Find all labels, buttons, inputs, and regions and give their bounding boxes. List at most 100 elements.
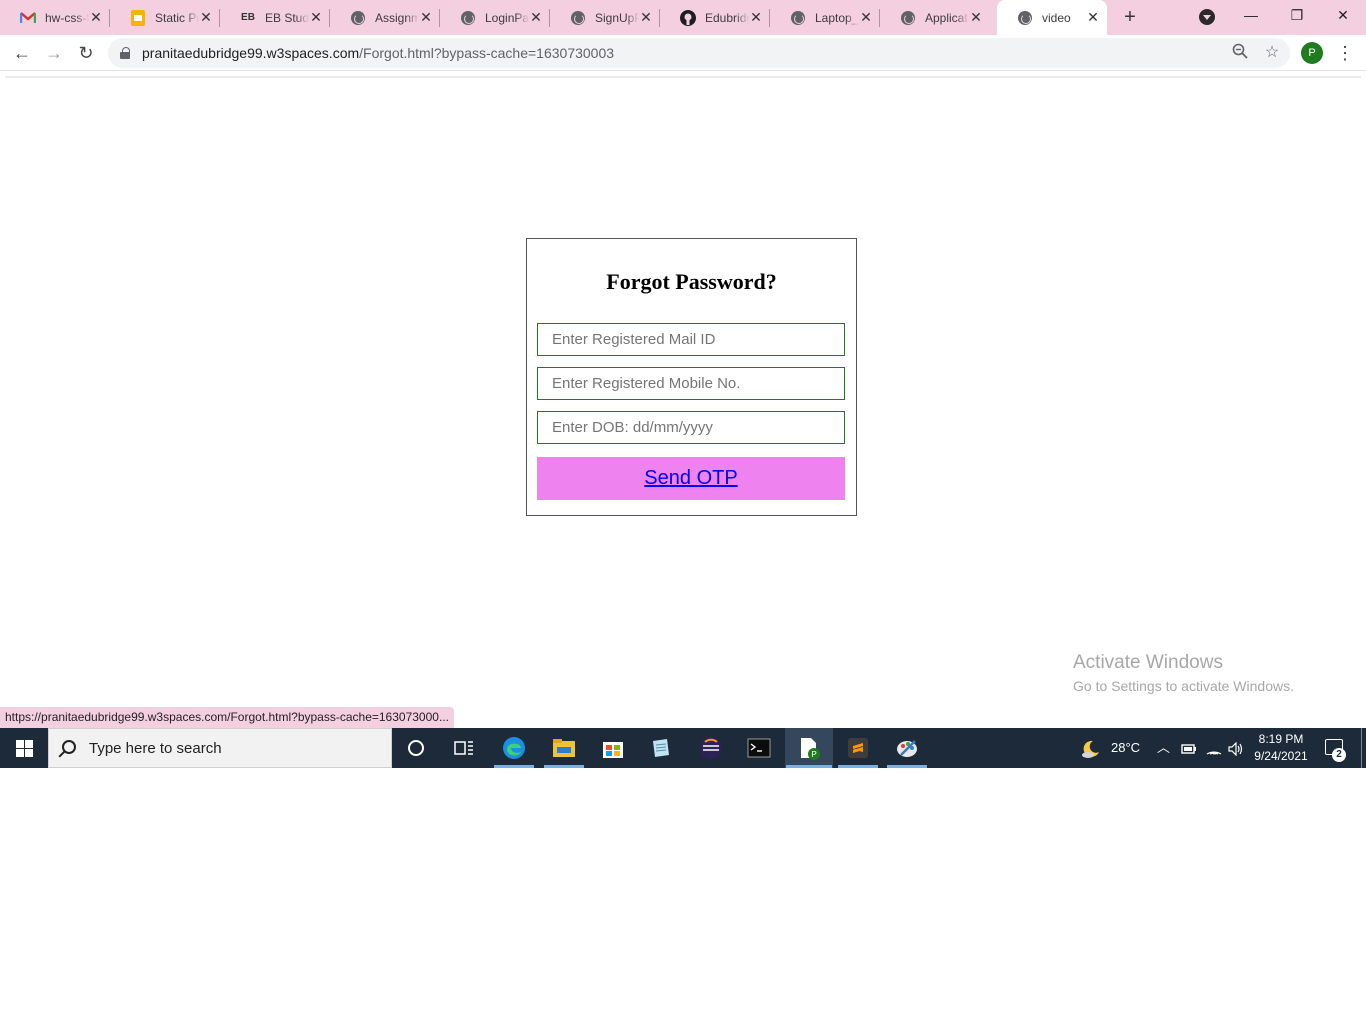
wifi-icon[interactable] (1206, 728, 1222, 768)
url-path: /Forgot.html?bypass-cache=1630730003 (359, 45, 615, 61)
globe-icon (900, 10, 916, 26)
email-field[interactable] (537, 323, 845, 356)
tab-label: Static Pr (155, 10, 199, 25)
close-icon[interactable]: ✕ (1085, 9, 1101, 25)
tab-8[interactable]: Applicati ✕ (880, 0, 990, 35)
close-icon[interactable]: ✕ (638, 9, 654, 25)
tab-label: hw-css-f (45, 10, 89, 25)
url-host: pranitaedubridge99.w3spaces.com (142, 45, 360, 61)
task-view-icon[interactable] (450, 734, 478, 762)
search-placeholder: Type here to search (89, 740, 222, 757)
tab-9-active[interactable]: video ✕ (997, 0, 1107, 35)
battery-icon[interactable] (1181, 728, 1197, 768)
browser-toolbar: ← → ↻ pranitaedubridge99.w3spaces.com/Fo… (0, 35, 1366, 71)
volume-icon[interactable] (1228, 728, 1244, 768)
sublime-text-icon[interactable] (844, 734, 872, 762)
taskbar-clock[interactable]: 8:19 PM 9/24/2021 (1248, 731, 1314, 765)
svg-text:P: P (811, 750, 816, 759)
github-icon (680, 9, 696, 26)
close-icon[interactable]: ✕ (418, 9, 434, 25)
running-indicator (544, 765, 584, 768)
tab-0[interactable]: hw-css-f ✕ (0, 0, 110, 35)
clock-time: 8:19 PM (1258, 732, 1304, 746)
lock-icon[interactable] (120, 47, 130, 59)
address-bar[interactable]: pranitaedubridge99.w3spaces.com/Forgot.h… (108, 38, 1290, 68)
tab-strip: hw-css-f ✕ Static Pr ✕ EB EB Stude ✕ Ass… (0, 0, 1366, 35)
dob-field[interactable] (537, 411, 845, 444)
tab-6[interactable]: Edubridg ✕ (660, 0, 770, 35)
close-icon[interactable]: ✕ (88, 9, 104, 25)
eb-icon: EB (241, 12, 255, 23)
close-icon[interactable]: ✕ (858, 9, 874, 25)
page-content: Forgot Password? Send OTP Activate Windo… (0, 72, 1366, 728)
send-otp-link[interactable]: Send OTP (644, 467, 737, 490)
window-close-button[interactable]: ✕ (1328, 4, 1358, 26)
profile-avatar[interactable]: P (1301, 42, 1323, 64)
show-desktop-button[interactable] (1361, 728, 1362, 768)
chrome-profile-icon[interactable]: P (795, 734, 823, 762)
slides-icon (130, 9, 146, 26)
globe-icon (790, 10, 806, 26)
notepad-icon[interactable] (647, 734, 675, 762)
globe-icon (350, 10, 366, 26)
menu-icon[interactable]: ⋮ (1336, 41, 1354, 65)
tab-label: SignUpP (595, 10, 639, 25)
globe-icon (460, 10, 476, 26)
globe-icon (570, 10, 586, 26)
tab-search-icon[interactable] (1199, 9, 1215, 25)
close-icon[interactable]: ✕ (528, 9, 544, 25)
weather-temperature[interactable]: 28°C (1111, 728, 1140, 768)
windows-start-icon[interactable] (16, 740, 33, 757)
eclipse-icon[interactable] (697, 734, 725, 762)
edge-browser-icon[interactable] (500, 734, 528, 762)
back-button[interactable]: ← (10, 41, 34, 65)
minimize-button[interactable]: — (1236, 4, 1266, 26)
zoom-icon[interactable] (1230, 43, 1250, 63)
running-indicator (887, 765, 927, 768)
paint-icon[interactable] (893, 734, 921, 762)
bookmark-star-icon[interactable]: ☆ (1262, 43, 1282, 63)
close-icon[interactable]: ✕ (968, 9, 984, 25)
cortana-icon[interactable] (402, 734, 430, 762)
search-icon (62, 740, 76, 754)
taskbar-search[interactable]: Type here to search (48, 728, 392, 768)
activate-windows-watermark: Activate Windows Go to Settings to activ… (1073, 652, 1294, 694)
running-indicator (838, 765, 878, 768)
close-icon[interactable]: ✕ (198, 9, 214, 25)
watermark-subtitle: Go to Settings to activate Windows. (1073, 678, 1294, 694)
page-title: Forgot Password? (606, 269, 777, 294)
close-icon[interactable]: ✕ (748, 9, 764, 25)
tab-2[interactable]: EB EB Stude ✕ (220, 0, 330, 35)
tab-label: Edubridg (705, 10, 749, 25)
close-icon[interactable]: ✕ (308, 9, 324, 25)
gmail-icon (20, 10, 36, 26)
running-indicator (494, 765, 534, 768)
show-hidden-icons-icon[interactable]: ︿ (1157, 728, 1170, 768)
tab-3[interactable]: Assignm ✕ (330, 0, 440, 35)
mobile-field[interactable] (537, 367, 845, 400)
restore-button[interactable]: ❐ (1282, 4, 1312, 26)
clock-date: 9/24/2021 (1254, 749, 1308, 763)
new-tab-button[interactable]: + (1120, 7, 1140, 27)
windows-taskbar: Type here to search P 28°C ︿ 8:19 PM 9/2… (0, 728, 1366, 768)
reload-button[interactable]: ↻ (74, 41, 98, 65)
tab-label: Applicati (925, 10, 969, 25)
tab-1[interactable]: Static Pr ✕ (110, 0, 220, 35)
tab-label: Assignm (375, 10, 419, 25)
tab-7[interactable]: Laptop_V ✕ (770, 0, 880, 35)
weather-moon-icon[interactable] (1080, 728, 1102, 768)
tab-label: LoginPag (485, 10, 529, 25)
running-indicator (786, 765, 832, 768)
tab-4[interactable]: LoginPag ✕ (440, 0, 550, 35)
tab-5[interactable]: SignUpP ✕ (550, 0, 660, 35)
divider (5, 76, 1361, 78)
forward-button[interactable]: → (42, 41, 66, 65)
tab-label: Laptop_V (815, 10, 859, 25)
terminal-icon[interactable] (745, 734, 773, 762)
status-bar: https://pranitaedubridge99.w3spaces.com/… (0, 707, 454, 728)
microsoft-store-icon[interactable] (599, 734, 627, 762)
file-explorer-icon[interactable] (550, 734, 578, 762)
watermark-title: Activate Windows (1073, 652, 1223, 673)
url-text: pranitaedubridge99.w3spaces.com/Forgot.h… (142, 45, 614, 61)
send-otp-button[interactable]: Send OTP (537, 457, 845, 500)
